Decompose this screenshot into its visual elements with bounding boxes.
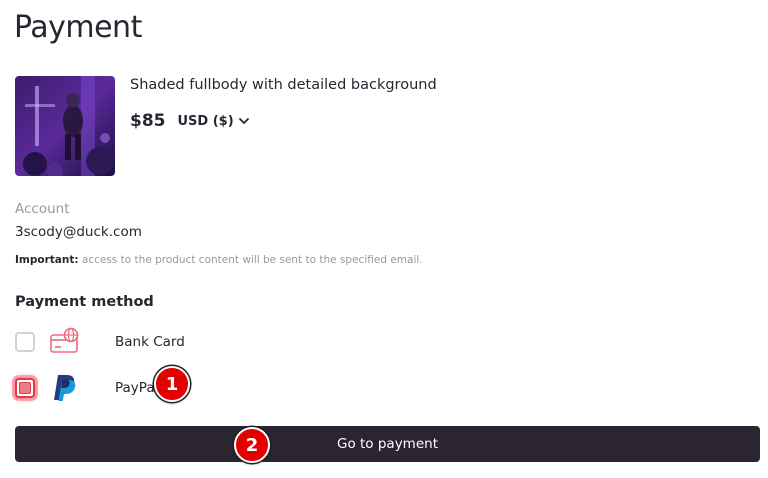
bank-card-checkbox[interactable]	[15, 332, 35, 352]
step-marker-2: 2	[234, 427, 270, 463]
step-marker-1: 1	[154, 366, 190, 402]
currency-label: USD ($)	[177, 113, 234, 129]
chevron-down-icon	[238, 118, 249, 124]
paypal-checkbox[interactable]	[15, 378, 35, 398]
payment-method-bank-card[interactable]: Bank Card	[15, 326, 185, 358]
page-title: Payment	[14, 10, 142, 45]
product-price: $85	[130, 111, 166, 131]
product-title: Shaded fullbody with detailed background	[130, 77, 437, 93]
account-label: Account	[15, 201, 70, 217]
price-row: $85 USD ($)	[130, 111, 250, 131]
currency-selector[interactable]: USD ($)	[178, 114, 250, 129]
payment-method-paypal[interactable]: PayPal	[15, 372, 158, 404]
important-note: Important: access to the product content…	[15, 254, 423, 266]
bank-card-icon	[49, 326, 81, 358]
checkbox-fill	[19, 382, 31, 394]
go-to-payment-button[interactable]: Go to payment	[15, 426, 760, 462]
bank-card-label: Bank Card	[115, 334, 185, 350]
account-email: 3scody@duck.com	[15, 224, 142, 240]
payment-method-heading: Payment method	[15, 294, 154, 310]
paypal-label: PayPal	[115, 380, 159, 396]
important-text: access to the product content will be se…	[78, 254, 423, 266]
paypal-icon	[49, 372, 81, 404]
product-thumbnail	[15, 76, 115, 176]
important-prefix: Important:	[15, 254, 79, 266]
